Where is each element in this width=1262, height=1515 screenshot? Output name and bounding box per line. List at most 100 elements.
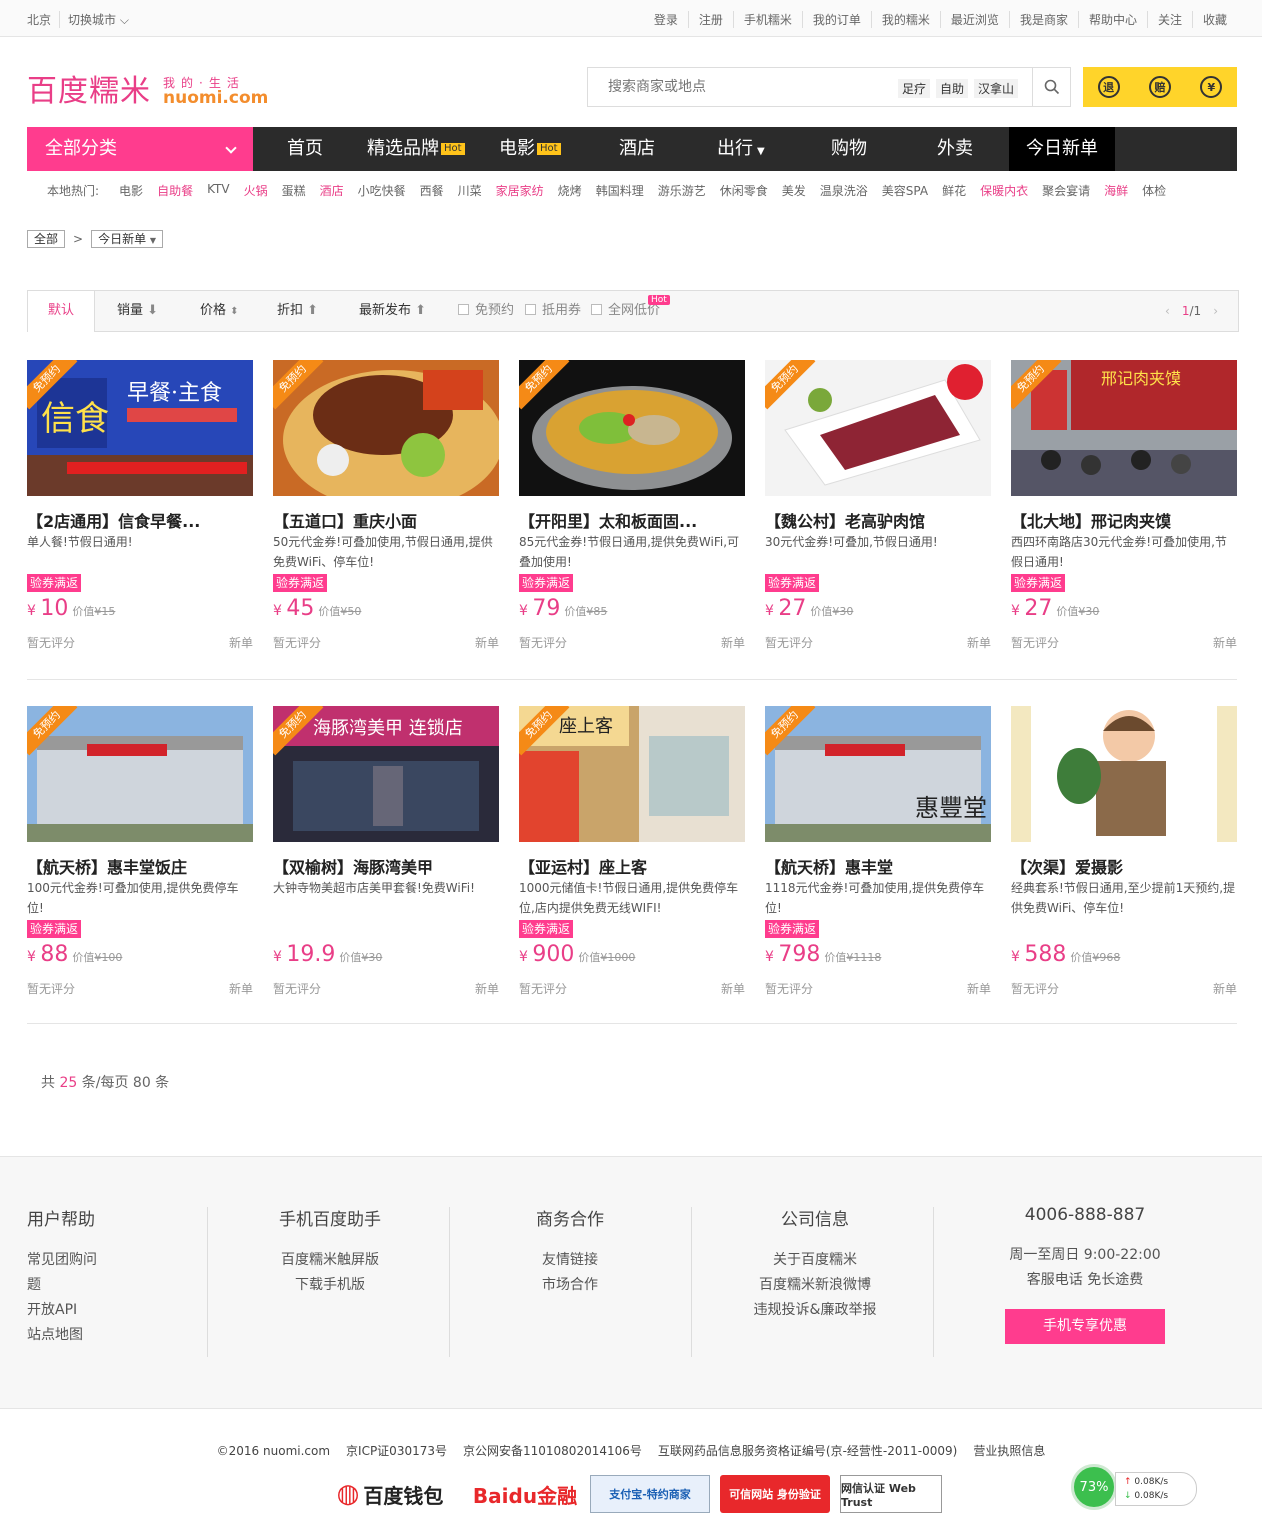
hot-category-link[interactable]: 温泉洗浴 bbox=[820, 182, 868, 199]
filter-no-reservation[interactable]: 免预约 bbox=[458, 291, 514, 331]
deal-image[interactable]: 信食 早餐·主食 免预约 bbox=[27, 360, 253, 496]
top-link[interactable]: 注册 bbox=[687, 11, 733, 28]
sort-default[interactable]: 默认 bbox=[28, 291, 95, 332]
deal-card[interactable]: 信食 早餐·主食 免预约 【2店通用】信食早餐... 单人餐!节假日通用! 验券满返 ¥ 1… bbox=[27, 360, 253, 660]
footer-link[interactable]: 市场合作 bbox=[450, 1273, 690, 1298]
hot-category-link[interactable]: 小吃快餐 bbox=[358, 182, 406, 199]
baidu-wallet-logo[interactable]: ◍ 百度钱包 bbox=[320, 1475, 460, 1513]
switch-city-link[interactable]: 切换城市 ⌵ bbox=[59, 11, 137, 28]
nav-item[interactable]: 购物 bbox=[831, 127, 867, 171]
deal-card[interactable]: 惠豐堂 免预约 【航天桥】惠丰堂 1118元代金券!可叠加使用,提供免费停车位! 验券满… bbox=[765, 706, 991, 1006]
legal-item[interactable]: 营业执照信息 bbox=[973, 1444, 1045, 1458]
hot-category-link[interactable]: 保暖内衣 bbox=[980, 182, 1028, 199]
search-button[interactable] bbox=[1032, 68, 1070, 106]
deal-card[interactable]: 免预约 【五道口】重庆小面 50元代金券!可叠加使用,节假日通用,提供免费WiFi、… bbox=[273, 360, 499, 660]
deal-image[interactable] bbox=[1011, 706, 1237, 842]
search-keyword[interactable]: 足疗 bbox=[898, 79, 931, 98]
hot-category-link[interactable]: 海鲜 bbox=[1104, 182, 1128, 199]
hot-category-link[interactable]: 美发 bbox=[782, 182, 806, 199]
deal-image[interactable]: 免预约 bbox=[27, 706, 253, 842]
hot-category-link[interactable]: 自助餐 bbox=[157, 182, 193, 199]
deal-card[interactable]: 海豚湾美甲 连锁店 免预约 【双榆树】海豚湾美甲 大钟寺物美超市店美甲套餐!免费WiF… bbox=[273, 706, 499, 1006]
deal-card[interactable]: 邢记肉夹馍 免预约 【北大地】邢记肉夹馍 西四环南路店30元代金券!可叠加使用,节假日… bbox=[1011, 360, 1237, 660]
deal-image[interactable]: 海豚湾美甲 连锁店 免预约 bbox=[273, 706, 499, 842]
prev-page-icon[interactable]: ‹ bbox=[1165, 304, 1170, 318]
deal-title[interactable]: 【航天桥】惠丰堂饭庄 bbox=[27, 854, 253, 878]
hot-category-link[interactable]: 休闲零食 bbox=[720, 182, 768, 199]
next-page-icon[interactable]: › bbox=[1213, 304, 1218, 318]
hot-category-link[interactable]: 火锅 bbox=[244, 182, 268, 199]
hot-category-link[interactable]: 聚会宴请 bbox=[1042, 182, 1090, 199]
top-link[interactable]: 登录 bbox=[644, 11, 688, 28]
deal-title[interactable]: 【次渠】爱摄影 bbox=[1011, 854, 1237, 878]
deal-title[interactable]: 【五道口】重庆小面 bbox=[273, 508, 499, 532]
hot-category-link[interactable]: 川菜 bbox=[458, 182, 482, 199]
search-input[interactable] bbox=[588, 68, 888, 106]
top-link[interactable]: 手机糯米 bbox=[732, 11, 802, 28]
refund-icon[interactable]: 退 bbox=[1097, 76, 1120, 98]
footer-link[interactable]: 关于百度糯米 bbox=[700, 1248, 930, 1273]
footer-link[interactable]: 站点地图 bbox=[27, 1323, 97, 1348]
crumb-all[interactable]: 全部 bbox=[27, 230, 66, 248]
nav-item[interactable]: 酒店 bbox=[619, 127, 655, 171]
search-keyword[interactable]: 汉拿山 bbox=[974, 79, 1019, 98]
sort-discount[interactable]: 折扣 ⬆ bbox=[277, 291, 318, 331]
sort-newest[interactable]: 最新发布 ⬆ bbox=[359, 291, 426, 331]
alipay-merchant-logo[interactable]: 支付宝-特约商家 bbox=[590, 1475, 710, 1513]
deal-card[interactable]: 免预约 【开阳里】太和板面固... 85元代金券!节假日通用,提供免费WiFi,可叠… bbox=[519, 360, 745, 660]
top-link[interactable]: 我是商家 bbox=[1008, 11, 1078, 28]
speed-widget[interactable]: 73% ↑ 0.08K/s ↓ 0.08K/s bbox=[1071, 1462, 1199, 1510]
deal-card[interactable]: 座上客 免预约 【亚运村】座上客 1000元储值卡!节假日通用,提供免费停车位,店内提… bbox=[519, 706, 745, 1006]
deal-image[interactable]: 惠豐堂 免预约 bbox=[765, 706, 991, 842]
top-link[interactable]: 收藏 bbox=[1191, 11, 1237, 28]
deal-image[interactable]: 免预约 bbox=[765, 360, 991, 496]
nav-item[interactable]: 出行 ▼ bbox=[717, 127, 765, 171]
top-link[interactable]: 我的订单 bbox=[801, 11, 871, 28]
mobile-promo-button[interactable]: 手机专享优惠 bbox=[1005, 1309, 1165, 1344]
hot-category-link[interactable]: 韩国料理 bbox=[596, 182, 644, 199]
top-link[interactable]: 我的糯米 bbox=[870, 11, 940, 28]
search-keyword[interactable]: 自助 bbox=[936, 79, 969, 98]
deal-image[interactable]: 座上客 免预约 bbox=[519, 706, 745, 842]
sort-sales[interactable]: 销量 ⬇ bbox=[117, 291, 158, 331]
footer-link[interactable]: 百度糯米新浪微博 bbox=[700, 1273, 930, 1298]
deal-image[interactable]: 邢记肉夹馍 免预约 bbox=[1011, 360, 1237, 496]
baidu-finance-logo[interactable]: Baidu金融 bbox=[470, 1475, 580, 1513]
hot-category-link[interactable]: 体检 bbox=[1142, 182, 1166, 199]
hot-category-link[interactable]: KTV bbox=[207, 182, 229, 199]
hot-category-link[interactable]: 电影 bbox=[119, 182, 143, 199]
nav-item[interactable]: 外卖 bbox=[937, 127, 973, 171]
all-categories-button[interactable]: 全部分类 bbox=[27, 127, 253, 171]
footer-link[interactable]: 常见团购问题 bbox=[27, 1248, 97, 1298]
top-link[interactable]: 最近浏览 bbox=[939, 11, 1009, 28]
deal-title[interactable]: 【北大地】邢记肉夹馍 bbox=[1011, 508, 1237, 532]
hot-category-link[interactable]: 美容SPA bbox=[882, 182, 928, 199]
deal-card[interactable]: 免预约 【航天桥】惠丰堂饭庄 100元代金券!可叠加使用,提供免费停车位! 验券满返 ¥… bbox=[27, 706, 253, 1006]
hot-category-link[interactable]: 游乐游艺 bbox=[658, 182, 706, 199]
trusted-site-logo[interactable]: 可信网站 身份验证 bbox=[720, 1475, 830, 1513]
filter-coupon[interactable]: 抵用券 bbox=[525, 291, 581, 331]
deal-title[interactable]: 【魏公村】老高驴肉馆 bbox=[765, 508, 991, 532]
hot-category-link[interactable]: 蛋糕 bbox=[282, 182, 306, 199]
deal-card[interactable]: 免预约 【魏公村】老高驴肉馆 30元代金券!可叠加,节假日通用! 验券满返 ¥ 27 价值… bbox=[765, 360, 991, 660]
hot-category-link[interactable]: 家居家纺 bbox=[496, 182, 544, 199]
web-trust-logo[interactable]: 网信认证 Web Trust bbox=[840, 1475, 942, 1513]
sort-price[interactable]: 价格 ⬍ bbox=[200, 291, 239, 331]
top-link[interactable]: 帮助中心 bbox=[1077, 11, 1147, 28]
crumb-current[interactable]: 今日新单 ▼ bbox=[91, 230, 164, 248]
nav-today-new[interactable]: 今日新单 bbox=[1009, 127, 1115, 171]
top-link[interactable]: 关注 bbox=[1146, 11, 1192, 28]
deal-image[interactable]: 免预约 bbox=[519, 360, 745, 496]
deal-title[interactable]: 【2店通用】信食早餐... bbox=[27, 508, 253, 532]
money-icon[interactable]: ¥ bbox=[1200, 76, 1223, 98]
deal-title[interactable]: 【航天桥】惠丰堂 bbox=[765, 854, 991, 878]
deal-image[interactable]: 免预约 bbox=[273, 360, 499, 496]
footer-link[interactable]: 下载手机版 bbox=[240, 1273, 420, 1298]
deal-card[interactable]: 【次渠】爱摄影 经典套系!节假日通用,至少提前1天预约,提供免费WiFi、停车位!… bbox=[1011, 706, 1237, 1006]
hot-category-link[interactable]: 西餐 bbox=[420, 182, 444, 199]
hot-category-link[interactable]: 鲜花 bbox=[942, 182, 966, 199]
nav-item[interactable]: 首页 bbox=[287, 127, 323, 171]
hot-category-link[interactable]: 烧烤 bbox=[558, 182, 582, 199]
footer-link[interactable]: 百度糯米触屏版 bbox=[240, 1248, 420, 1273]
logo[interactable]: 百度糯米 我的·生活 nuomi.com bbox=[27, 70, 268, 110]
